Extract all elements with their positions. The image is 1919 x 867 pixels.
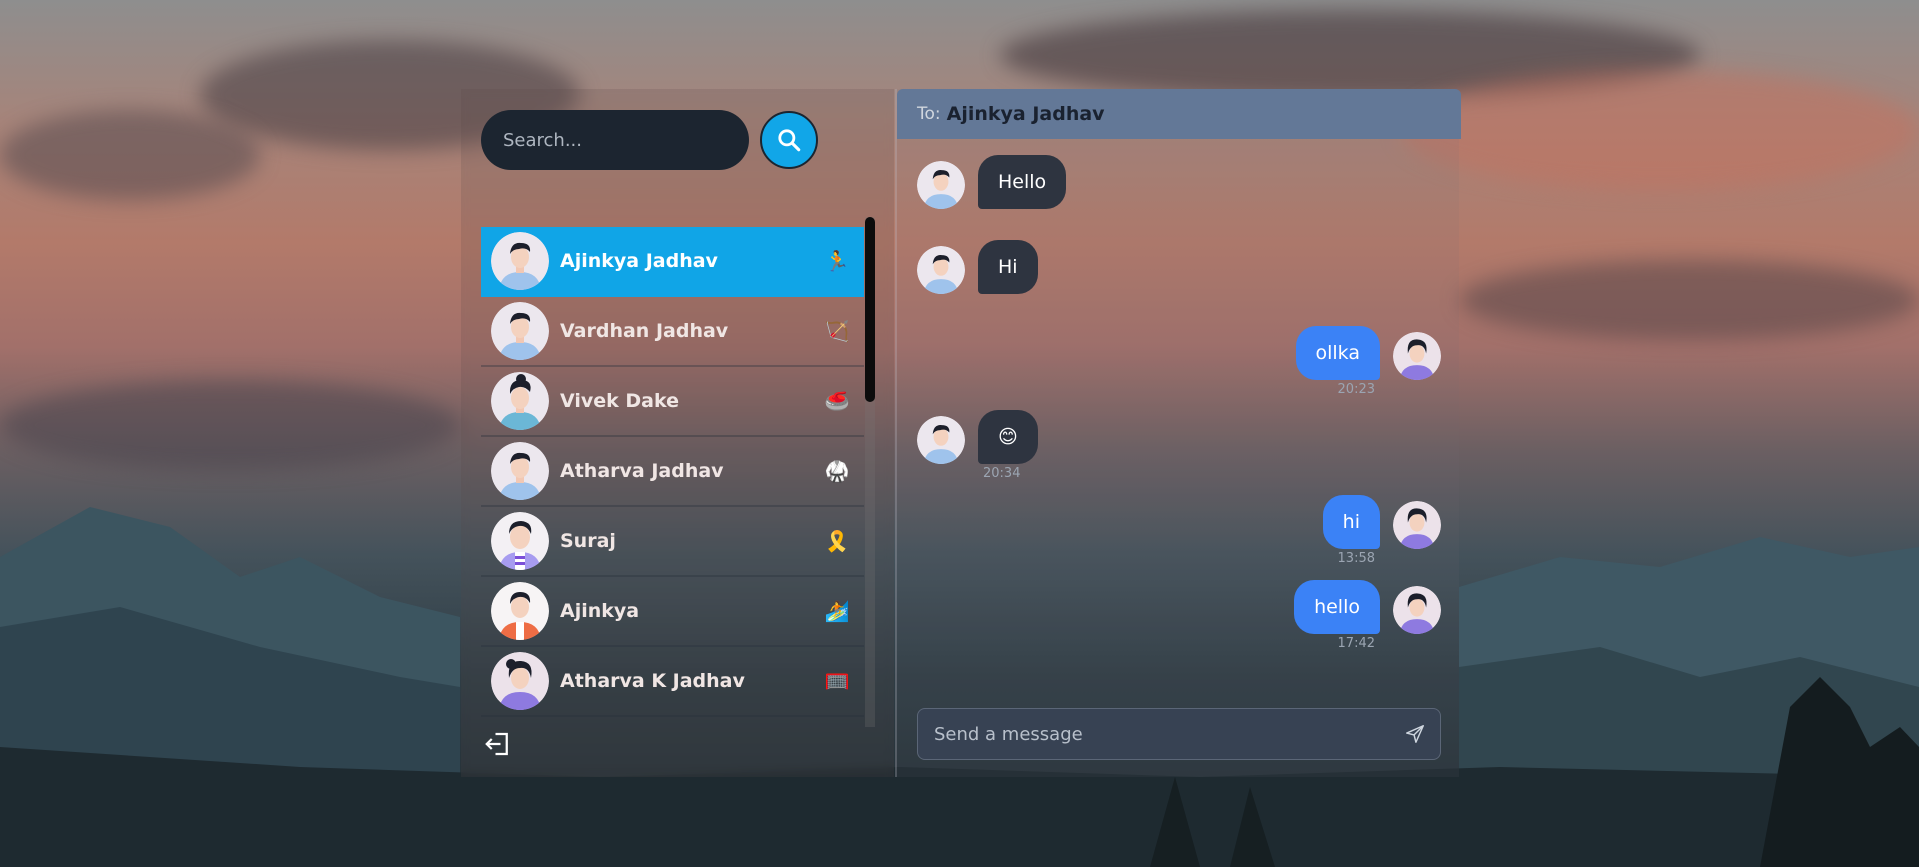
user-avatar xyxy=(1393,332,1441,380)
send-button[interactable] xyxy=(1404,723,1426,745)
message-bubble: ollka xyxy=(1295,326,1380,380)
logout-icon xyxy=(485,732,508,756)
contact-item[interactable]: Vardhan Jadhav 🏹 xyxy=(481,297,864,367)
message-time: 17:42 xyxy=(1337,636,1375,651)
recipient-name: Ajinkya Jadhav xyxy=(946,103,1105,125)
message-time: 20:34 xyxy=(983,466,1021,481)
message-row: hi 13:58 xyxy=(917,495,1441,570)
contact-list: Ajinkya Jadhav 🏃 Vardhan Jadhav 🏹 Vivek … xyxy=(481,227,864,727)
contact-name: Atharva K Jadhav xyxy=(560,670,745,692)
man-blue-shirt-avatar xyxy=(491,232,549,290)
chat-header: To: Ajinkya Jadhav xyxy=(897,89,1461,139)
message-bubble: hello xyxy=(1294,580,1380,634)
search-icon xyxy=(778,129,801,152)
sender-avatar xyxy=(917,416,965,464)
contact-name: Vardhan Jadhav xyxy=(560,320,729,342)
message-composer xyxy=(917,708,1441,760)
message-bubble: hi xyxy=(1322,495,1380,549)
contact-status-emoji: 🥅 xyxy=(824,669,850,693)
message-time: 13:58 xyxy=(1337,551,1375,566)
contact-status-emoji: 🥌 xyxy=(824,389,850,413)
to-label: To: xyxy=(917,104,941,124)
search-input[interactable] xyxy=(501,128,729,152)
message-bubble: 😊 xyxy=(978,410,1038,464)
message-row: ollka 20:23 xyxy=(917,326,1441,401)
contact-name: Vivek Dake xyxy=(560,390,680,412)
contact-name: Suraj xyxy=(560,530,616,552)
user-avatar xyxy=(1393,501,1441,549)
message-bubble: Hi xyxy=(978,240,1038,294)
message-row: 😊 20:34 xyxy=(917,410,1437,485)
man-blue-shirt-avatar xyxy=(491,302,549,360)
contact-status-emoji: 🏄 xyxy=(824,599,850,623)
contacts-panel: Ajinkya Jadhav 🏃 Vardhan Jadhav 🏹 Vivek … xyxy=(461,89,894,777)
man-blue-shirt-avatar xyxy=(491,442,549,500)
contact-item[interactable]: Vivek Dake 🥌 xyxy=(481,367,864,437)
message-row: Hello xyxy=(917,155,1437,225)
contact-name: Ajinkya Jadhav xyxy=(560,250,718,272)
sender-avatar xyxy=(917,161,965,209)
contact-status-emoji: 🏹 xyxy=(824,319,850,343)
contact-status-emoji: 🎗️ xyxy=(824,529,850,553)
sender-avatar xyxy=(917,246,965,294)
message-input[interactable] xyxy=(932,722,1404,746)
contact-item[interactable]: Suraj 🎗️ xyxy=(481,507,864,577)
man-striped-shirt-avatar xyxy=(491,512,549,570)
user-avatar xyxy=(1393,586,1441,634)
message-row: Hi xyxy=(917,240,1437,310)
contact-item[interactable]: Ajinkya 🏄 xyxy=(481,577,864,647)
contact-item[interactable]: Atharva K Jadhav 🥅 xyxy=(481,647,864,717)
chat-panel: To: Ajinkya Jadhav Hello Hi ollka 20:23 xyxy=(895,89,1461,777)
contact-item[interactable]: Atharva Jadhav 🥋 xyxy=(481,437,864,507)
message-bubble: Hello xyxy=(978,155,1067,209)
scrollbar-thumb[interactable] xyxy=(865,217,875,402)
chat-app: Ajinkya Jadhav 🏃 Vardhan Jadhav 🏹 Vivek … xyxy=(461,89,1461,777)
man-orange-jacket-avatar xyxy=(491,582,549,640)
man-curly-hair-avatar xyxy=(491,372,549,430)
message-time: 20:23 xyxy=(1337,382,1375,397)
search-button[interactable] xyxy=(760,111,818,169)
logout-button[interactable] xyxy=(483,729,513,759)
contact-status-emoji: 🥋 xyxy=(824,459,850,483)
contact-status-emoji: 🏃 xyxy=(824,249,850,273)
contact-name: Ajinkya xyxy=(560,600,640,622)
woman-purple-avatar xyxy=(491,652,549,710)
contact-item[interactable]: Ajinkya Jadhav 🏃 xyxy=(481,227,864,297)
contact-name: Atharva Jadhav xyxy=(560,460,724,482)
send-icon xyxy=(1406,725,1424,743)
message-row: hello 17:42 xyxy=(917,580,1441,655)
search-box[interactable] xyxy=(481,110,749,170)
